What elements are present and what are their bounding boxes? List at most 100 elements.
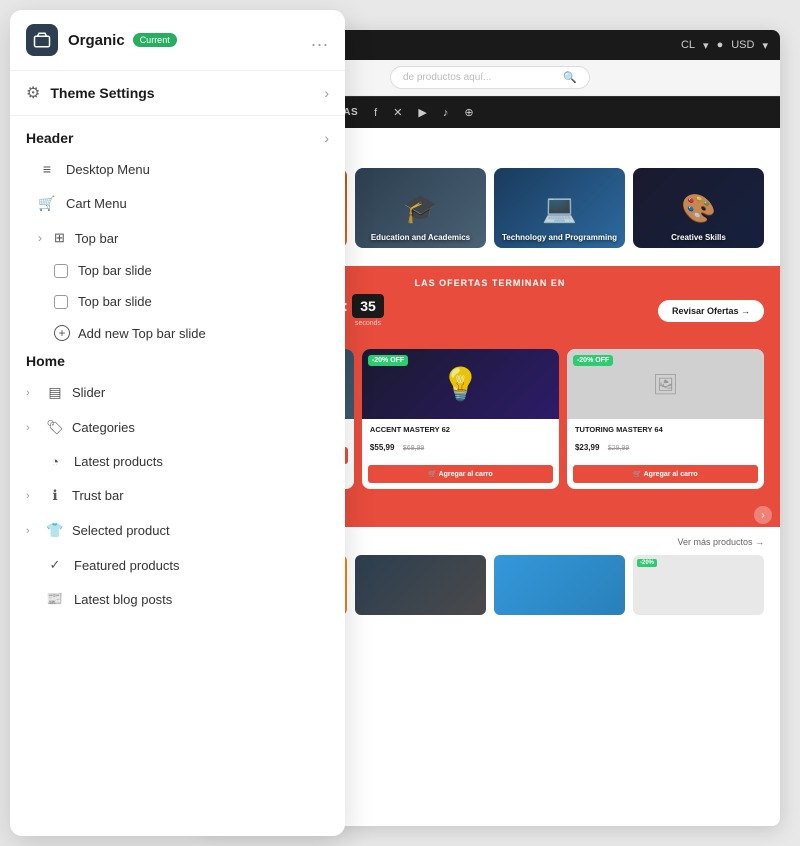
latest-products-label: Latest products [74,454,163,469]
nav-item-cart-menu[interactable]: 🛒 Cart Menu [10,186,345,221]
check-circle-icon: ✓ [46,557,64,573]
category-card-creative: 🎨 Creative Skills [633,168,764,248]
ver-mas-link[interactable]: Ver más productos → [677,537,764,547]
featured-products-label: Featured products [74,558,180,573]
home-item-latest-blog-posts[interactable]: 📰 Latest blog posts [10,582,345,616]
product-old-price-2: $29,99 [608,445,629,452]
slider-chevron-icon: › [26,387,38,399]
nav-item-desktop-menu[interactable]: ≡ Desktop Menu [10,152,345,186]
category-icon-creative: 🎨 [681,192,716,225]
add-circle-icon: + [54,325,70,341]
add-to-cart-button-1[interactable]: 🛒 Agregar al carro [368,465,553,483]
category-icon-tech: 💻 [542,192,577,225]
clock-icon: ◔ [46,454,64,469]
app-name-text: Organic [68,32,125,49]
header-section-chevron: › [324,130,329,146]
product-body-2: TUTORING MASTERY 64 $23,99 $29,99 [567,419,764,461]
topbar-icon: ⊞ [54,230,65,246]
revisar-ofertas-button[interactable]: Revisar Ofertas → [658,300,764,322]
home-item-slider[interactable]: › ▤ Slider [10,375,345,410]
theme-settings-row[interactable]: ⚙ Theme Settings › [10,71,345,116]
currency-value: USD [731,39,754,51]
search-placeholder: de productos aquí... [403,72,491,83]
trust-bar-chevron-icon: › [26,490,38,502]
theme-settings-label: Theme Settings [50,85,154,101]
product-icon-1: 💡 [441,365,481,403]
product-price-1: $55,99 [370,443,394,452]
topbar-slide-2[interactable]: Top bar slide [10,286,345,317]
add-topbar-slide-item[interactable]: + Add new Top bar slide [10,317,345,349]
add-to-cart-button-2[interactable]: 🛒 Agregar al carro [573,465,758,483]
topbar-expand-chevron: › [38,231,42,245]
home-item-categories[interactable]: › 🏷 Categories [10,410,345,445]
category-card-tech: 💻 Technology and Programming [494,168,625,248]
home-section-header: Home [10,349,345,375]
theme-settings-left: ⚙ Theme Settings [26,83,155,103]
next-arrow[interactable]: › [754,506,772,524]
topbar-slide-1-label: Top bar slide [78,263,152,278]
topbar-item[interactable]: › ⊞ Top bar [10,221,345,255]
categories-chevron-icon: › [26,422,38,434]
blog-icon: 📰 [46,591,64,607]
category-label-creative: Creative Skills [633,233,764,242]
currency-icon: ▾ [762,39,768,52]
theme-settings-chevron: › [324,85,329,101]
image-placeholder-icon: 🖼 [653,372,677,396]
product-cta-2: 🛒 Agregar al carro [567,461,764,489]
trust-bar-label: Trust bar [72,488,124,503]
categories-label: Categories [72,420,135,435]
latest-blog-posts-label: Latest blog posts [74,592,172,607]
app-icon [26,24,58,56]
tiktok-icon: ♪ [443,107,449,119]
search-input-preview[interactable]: de productos aquí... 🔍 [390,66,590,89]
product-badge-1: -20% OFF [368,355,408,366]
bs-card-2 [355,555,486,615]
settings-gear-icon: ⚙ [26,83,40,103]
home-section-label: Home [26,353,65,369]
header-section-header[interactable]: Header › [10,116,345,152]
slider-label: Slider [72,385,105,400]
bs-badge: -20% [637,559,657,567]
app-name-display: Organic Current [68,32,301,49]
add-topbar-label: Add new Top bar slide [78,326,206,341]
home-item-featured-products[interactable]: ✓ Featured products [10,548,345,582]
settings-panel: Organic Current ... ⚙ Theme Settings › H… [10,10,345,836]
tag-icon: 🏷 [46,419,64,436]
topbar-slide-2-label: Top bar slide [78,294,152,309]
currency-label: ● [717,39,724,51]
bs-card-4: -20% [633,555,764,615]
product-name-2: TUTORING MASTERY 64 [575,425,756,434]
panel-title-group: Organic Current [68,32,301,49]
checkbox-icon-1 [54,264,68,278]
current-badge: Current [133,33,177,47]
slider-icon: ▤ [46,384,64,401]
product-cta-1: 🛒 Agregar al carro [362,461,559,489]
panel-header: Organic Current ... [10,10,345,71]
category-label-tech: Technology and Programming [494,233,625,242]
selected-product-label: Selected product [72,523,170,538]
home-item-trust-bar[interactable]: › ℹ Trust bar [10,478,345,513]
countdown-seconds: 35 seconds [352,294,384,327]
product-name-1: ACCENT MASTERY 62 [370,425,551,434]
product-image-1: -20% OFF 💡 [362,349,559,419]
product-card-1: -20% OFF 💡 ACCENT MASTERY 62 $55,99 $69,… [362,349,559,489]
more-options-button[interactable]: ... [311,30,329,51]
category-label-education: Education and Academics [355,233,486,242]
hamburger-icon: ≡ [38,161,56,177]
category-icon-education: 🎓 [403,192,438,225]
header-section-label: Header [26,130,73,146]
info-icon: ℹ [46,487,64,504]
cart-icon: 🛒 [38,195,56,212]
home-item-selected-product[interactable]: › 👕 Selected product [10,513,345,548]
home-item-latest-products[interactable]: ◔ Latest products [10,445,345,478]
search-icon: 🔍 [563,71,577,84]
topbar-slide-1[interactable]: Top bar slide [10,255,345,286]
twitter-icon: ✕ [393,106,402,119]
bs-card-3 [494,555,625,615]
region-label: CL [681,39,695,51]
product-price-2: $23,99 [575,443,599,452]
product-badge-2: -20% OFF [573,355,613,366]
checkbox-icon-2 [54,295,68,309]
product-card-2: -20% OFF 🖼 TUTORING MASTERY 64 $23,99 $2… [567,349,764,489]
selected-product-chevron-icon: › [26,525,38,537]
